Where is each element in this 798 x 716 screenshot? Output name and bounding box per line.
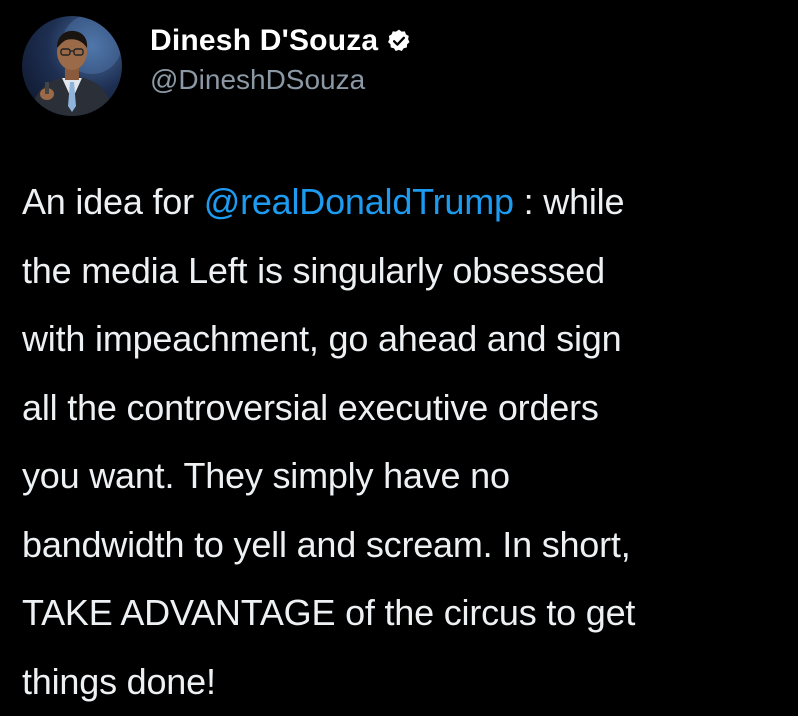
tweet-text-segment: An idea for: [22, 181, 204, 222]
name-row: Dinesh D'Souza: [150, 24, 412, 58]
author-display-name[interactable]: Dinesh D'Souza: [150, 24, 378, 58]
tweet-text-segment: : while: [514, 181, 624, 222]
author-handle[interactable]: @DineshDSouza: [150, 64, 412, 96]
author-names: Dinesh D'Souza @DineshDSouza: [150, 24, 412, 96]
tweet-text: An idea for @realDonaldTrump : while the…: [22, 168, 792, 716]
tweet-line: all the controversial executive orders: [22, 374, 792, 443]
tweet-line: bandwidth to yell and scream. In short,: [22, 511, 792, 580]
tweet-card: Dinesh D'Souza @DineshDSouza An idea for…: [0, 0, 798, 701]
tweet-line: the media Left is singularly obsessed: [22, 237, 792, 306]
mention-link[interactable]: @realDonaldTrump: [204, 181, 514, 222]
tweet-line: things done!: [22, 648, 792, 716]
tweet-line: An idea for @realDonaldTrump : while: [22, 168, 792, 237]
tweet-line: you want. They simply have no: [22, 442, 792, 511]
verified-badge-icon: [386, 28, 412, 54]
avatar-photo-icon: [22, 16, 122, 116]
tweet-line: TAKE ADVANTAGE of the circus to get: [22, 579, 792, 648]
avatar[interactable]: [22, 16, 122, 116]
tweet-header: Dinesh D'Souza @DineshDSouza: [22, 14, 412, 118]
tweet-line: with impeachment, go ahead and sign: [22, 305, 792, 374]
